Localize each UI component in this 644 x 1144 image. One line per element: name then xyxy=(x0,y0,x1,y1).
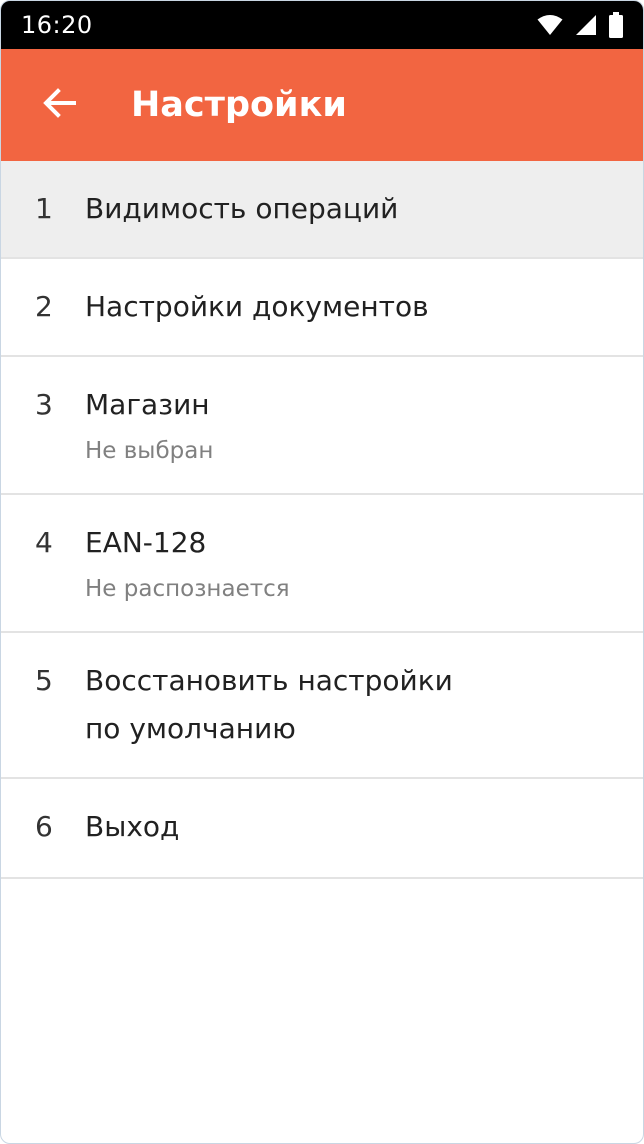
item-number: 2 xyxy=(35,290,53,323)
item-number: 3 xyxy=(35,388,53,421)
settings-item-document-settings[interactable]: 2 Настройки документов xyxy=(1,259,643,357)
status-icons xyxy=(537,12,623,38)
phone-screen: 16:20 Настройки 1 Видимость операций 2 Н… xyxy=(0,0,644,1144)
back-button[interactable] xyxy=(39,85,79,125)
page-title: Настройки xyxy=(131,85,347,125)
status-time: 16:20 xyxy=(21,11,93,39)
status-bar: 16:20 xyxy=(1,1,643,49)
battery-icon xyxy=(609,12,623,38)
settings-item-exit[interactable]: 6 Выход xyxy=(1,779,643,879)
item-label: Настройки документов xyxy=(85,290,429,323)
cellular-signal-icon xyxy=(575,14,597,36)
item-number: 6 xyxy=(35,810,53,843)
item-number: 4 xyxy=(35,526,53,559)
item-label: Видимость операций xyxy=(85,192,399,225)
item-number: 5 xyxy=(35,664,53,697)
settings-item-operations-visibility[interactable]: 1 Видимость операций xyxy=(1,161,643,259)
item-label: EAN-128 xyxy=(85,526,207,559)
settings-item-ean128[interactable]: 4 EAN-128 Не распознается xyxy=(1,495,643,633)
item-label: Выход xyxy=(85,810,180,843)
item-number: 1 xyxy=(35,192,53,225)
item-subtitle: Не выбран xyxy=(85,438,214,464)
settings-item-restore-defaults[interactable]: 5 Восстановить настройки по умолчанию xyxy=(1,633,643,779)
item-subtitle: Не распознается xyxy=(85,576,290,602)
settings-item-store[interactable]: 3 Магазин Не выбран xyxy=(1,357,643,495)
item-label: Восстановить настройки по умолчанию xyxy=(85,664,453,745)
item-label: Магазин xyxy=(85,388,210,421)
app-bar: Настройки xyxy=(1,49,643,161)
arrow-back-icon xyxy=(41,85,77,125)
settings-list: 1 Видимость операций 2 Настройки докумен… xyxy=(1,161,643,879)
wifi-icon xyxy=(537,14,563,36)
